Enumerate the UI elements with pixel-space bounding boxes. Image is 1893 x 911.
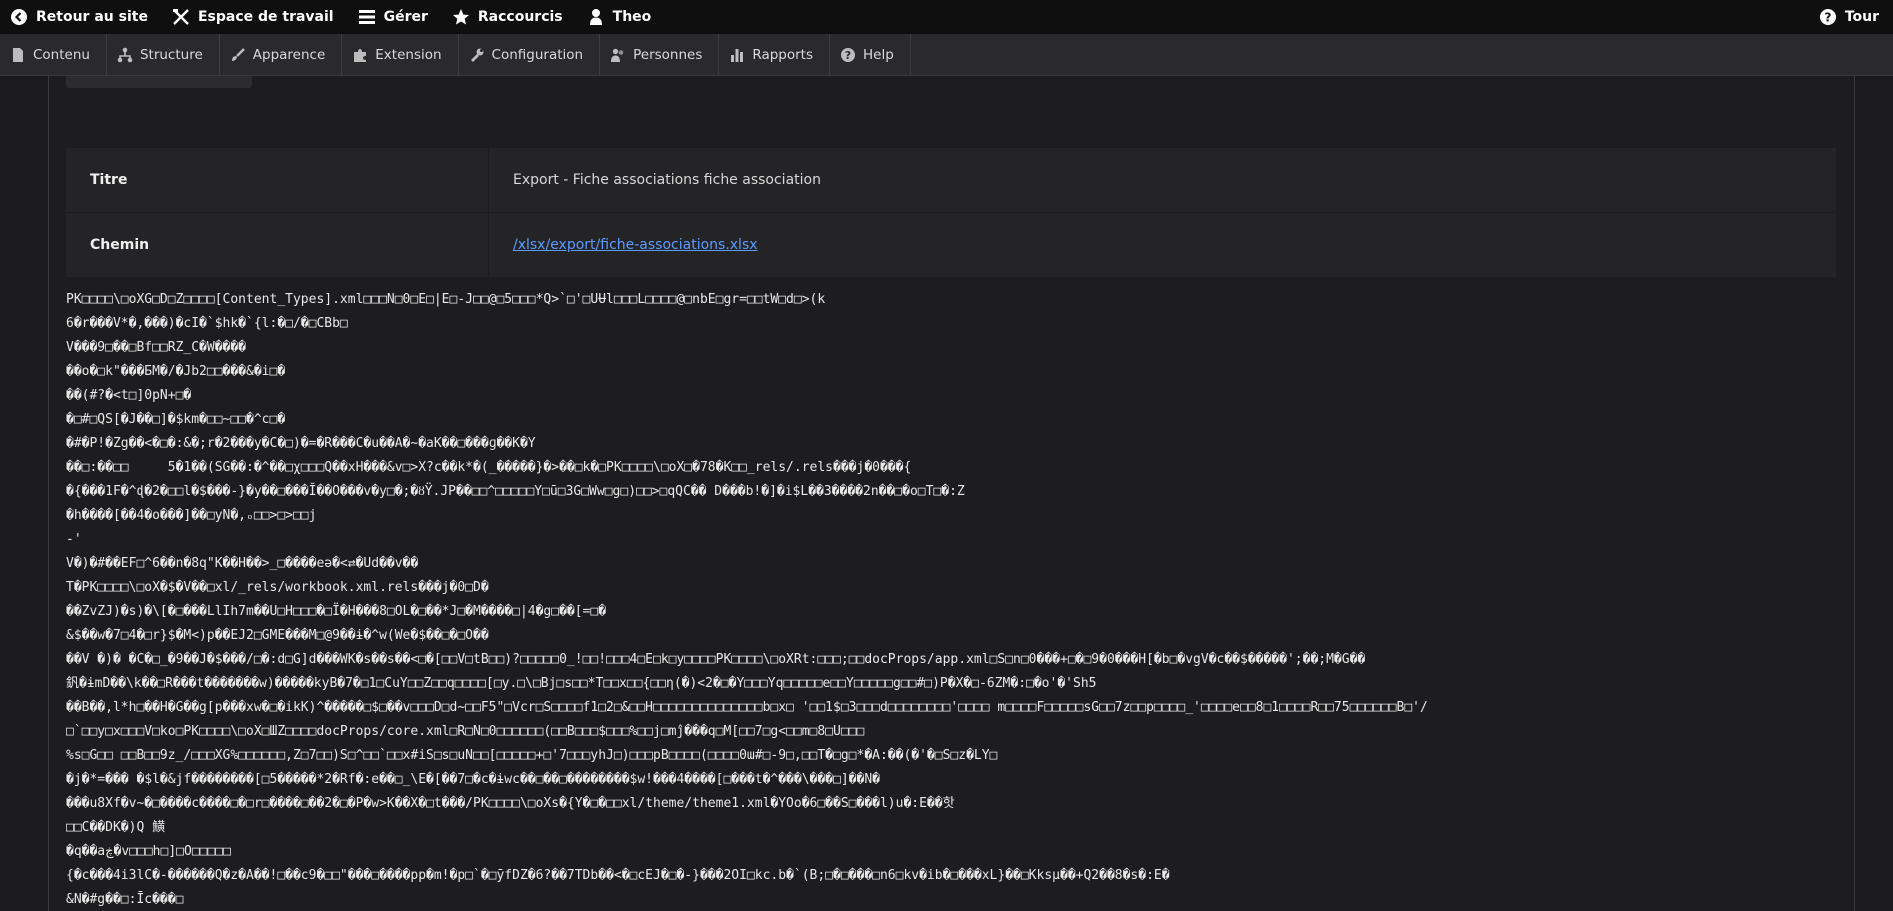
svg-text:?: ? <box>1824 11 1831 25</box>
manage-menu[interactable]: Gérer <box>348 0 442 34</box>
raw-text-line: ���u8Xf�v~�□����c����□�□r□����□��2�□�P�w… <box>66 796 955 811</box>
shortcuts-label: Raccourcis <box>477 9 563 25</box>
admin-toolbar: Retour au site Espace de travail Gérer R… <box>0 0 1893 34</box>
svg-text:?: ? <box>845 49 851 62</box>
tray-item-label: Apparence <box>252 46 326 63</box>
people-icon <box>610 47 626 63</box>
table-row: Chemin /xlsx/export/fiche-associations.x… <box>66 212 1836 278</box>
raw-text-line: T�PK□□□□\□oX�$�V��□xl/_rels/workbook.xml… <box>66 580 489 595</box>
raw-text-line: ��o�□k"���БM�/�Jb2□□���&�i□� <box>66 364 286 379</box>
raw-text-line: PK□□□□\□oXG□D□Z□□□□[Content_Types].xml□□… <box>66 292 826 307</box>
raw-text-line: &N�#g��□:Īc���□ <box>66 892 184 907</box>
tray-item-contenu[interactable]: Contenu <box>0 34 107 75</box>
tray-item-rapports[interactable]: Rapports <box>719 34 831 75</box>
back-to-site-link[interactable]: Retour au site <box>0 0 162 34</box>
raw-text-line: �#�P!�Zg��<�□�:&�;r�2���y�C�□)�=�R���C�u… <box>66 436 536 451</box>
tray-item-configuration[interactable]: Configuration <box>459 34 601 75</box>
tour-button[interactable]: ? Tour <box>1809 0 1893 34</box>
tray-item-label: Structure <box>139 46 203 63</box>
hamburger-icon <box>358 8 376 26</box>
tray-item-label: Contenu <box>33 46 90 63</box>
raw-text-line: ��V �)� �C�□_�9��J�$���/□�:d□G]d���WK�s�… <box>66 652 1366 667</box>
tray-item-apparence[interactable]: Apparence <box>220 34 343 75</box>
back-to-site-label: Retour au site <box>36 9 148 25</box>
raw-text-line: 6�r���V*�,���)�cI�`$hk�`{l:�□/�□CBb□ <box>66 316 348 331</box>
tools-icon <box>172 8 190 26</box>
export-info-table: Titre Export - Fiche associations fiche … <box>66 148 1836 278</box>
workspace-label: Espace de travail <box>197 9 334 25</box>
raw-text-line: ��ZvZJ)�s)�\[�□���LlIh7m��U□H□□□�□Ï�H���… <box>66 604 607 619</box>
user-label: Theo <box>612 9 652 25</box>
tray-item-personnes[interactable]: Personnes <box>600 34 720 75</box>
tray-item-help[interactable]: ? Help <box>830 34 911 75</box>
raw-text-line: 釩�ɨmD��\k��□R���t�������w)�����kyB�7�□1□… <box>66 676 1097 691</box>
tray-item-label: Help <box>863 46 894 63</box>
puzzle-icon <box>352 47 368 63</box>
raw-text-line: ��(#?�<t□]0pN+□� <box>66 388 192 403</box>
tour-label: Tour <box>1844 9 1879 25</box>
path-link[interactable]: /xlsx/export/fiche-associations.xlsx <box>513 237 758 253</box>
table-row: Titre Export - Fiche associations fiche … <box>66 148 1836 213</box>
main-content: Titre Export - Fiche associations fiche … <box>48 76 1855 911</box>
raw-file-output: PK□□□□\□oXG□D□Z□□□□[Content_Types].xml□□… <box>66 288 1846 911</box>
raw-text-line: �j�*=��� �$l�&jf��������[□5�����*2�Rf�:e… <box>66 772 880 787</box>
title-label: Titre <box>66 148 489 213</box>
tray-item-label: Personnes <box>633 46 703 63</box>
help-icon: ? <box>840 47 856 63</box>
back-arrow-icon <box>10 8 28 26</box>
raw-text-line: ��□:��□□ 5�1��(SG��:�^��□χ□□□Q��xH���&v□… <box>66 460 912 475</box>
raw-text-line: □□C��DK�)Q 鱑 <box>66 820 166 835</box>
tray-item-label: Extension <box>375 46 442 63</box>
raw-text-line: �h����[��4�o���]��□yN�,ₒ□□>□>□□j <box>66 508 317 523</box>
chart-icon <box>729 47 745 63</box>
raw-text-line: -' <box>66 532 82 547</box>
manage-label: Gérer <box>383 9 428 25</box>
raw-text-line: &$��w�7□4�□r}$�M<)p��EJ2□GME���M□@9��ɨ�^… <box>66 628 489 643</box>
tray-item-label: Rapports <box>752 46 814 63</box>
title-value: Export - Fiche associations fiche associ… <box>488 148 1836 213</box>
workspace-menu[interactable]: Espace de travail <box>162 0 348 34</box>
path-cell: /xlsx/export/fiche-associations.xlsx <box>488 212 1836 278</box>
raw-text-line: {�c���4i3lC�-������Q�z�A��!□��c9�□□"���□… <box>66 868 1170 883</box>
tray-item-label: Configuration <box>491 46 584 63</box>
user-menu[interactable]: Theo <box>577 0 666 34</box>
raw-text-line: �□#□QS[�J��□]�$km�□□~□□�^c□� <box>66 412 286 427</box>
raw-text-line: V���9□��□Bf□□RZ_C�W���� <box>66 340 247 355</box>
star-icon <box>452 8 470 26</box>
raw-text-line: %s□G□□ □□B□□9z_/□□□XG%□□□□□□,Z□7□□)S□^□□… <box>66 748 998 763</box>
file-icon <box>10 47 26 63</box>
raw-text-line: ��B��,l*h□��H�G��g[p���xw�□�іkK)^�����□$… <box>66 700 1428 715</box>
tray-item-structure[interactable]: Structure <box>107 34 220 75</box>
raw-text-line: �q��aڿ�v□□□h□]□O□□□□□ <box>66 844 231 859</box>
admin-tray: Contenu Structure Apparence Extension Co… <box>0 34 1893 76</box>
tray-item-extension[interactable]: Extension <box>342 34 459 75</box>
user-icon <box>587 8 605 26</box>
raw-text-line: V�)�#��EF□^6��n�8q"K��H��>_□����eə�<⇄�Ud… <box>66 556 419 571</box>
question-icon: ? <box>1819 8 1837 26</box>
raw-text-line: □`□□y□х□□□V□ko□PK□□□□\□oX□ШZ□□□□docProps… <box>66 724 865 739</box>
raw-text-line: �{���1F�^ɖ�2�□□l�$���-}�y��□���Ĭ��O���v�… <box>66 484 965 499</box>
path-label: Chemin <box>66 212 489 278</box>
tab-stub <box>66 76 252 88</box>
wrench-icon <box>469 47 485 63</box>
shortcuts-menu[interactable]: Raccourcis <box>442 0 577 34</box>
sitemap-icon <box>117 47 133 63</box>
brush-icon <box>230 47 246 63</box>
